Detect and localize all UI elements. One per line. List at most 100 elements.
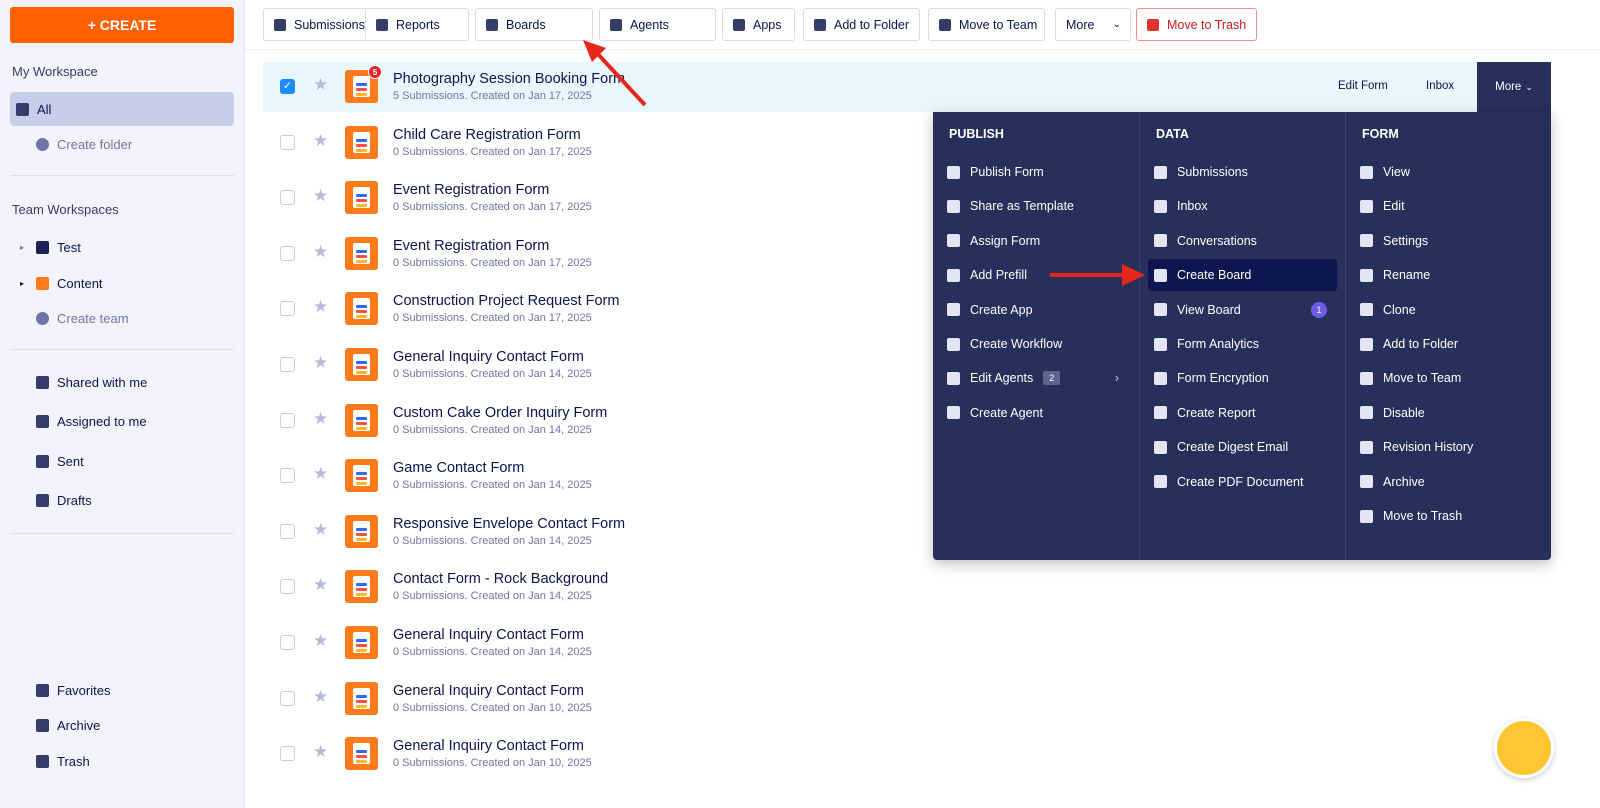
menu-item-move-to-trash[interactable]: Move to Trash — [1354, 500, 1543, 532]
star-icon[interactable]: ★ — [313, 75, 328, 95]
menu-item-create-report[interactable]: Create Report — [1148, 397, 1337, 429]
create-folder-button[interactable]: Create folder — [10, 127, 234, 161]
form-title[interactable]: General Inquiry Contact Form — [393, 627, 584, 643]
team-item-content[interactable]: ▸ Content — [10, 266, 234, 300]
menu-item-disable[interactable]: Disable — [1354, 397, 1543, 429]
star-icon[interactable]: ★ — [313, 186, 328, 206]
form-row[interactable]: ★ General Inquiry Contact Form 0 Submissio… — [263, 618, 1552, 668]
star-icon[interactable]: ★ — [313, 353, 328, 373]
row-checkbox[interactable] — [280, 579, 295, 595]
form-title[interactable]: Event Registration Form — [393, 238, 549, 254]
row-checkbox[interactable] — [280, 412, 295, 428]
sidebar-item-sent[interactable]: Sent — [10, 444, 234, 478]
menu-item-form-encryption[interactable]: Form Encryption — [1148, 362, 1337, 394]
row-checkbox[interactable] — [280, 523, 295, 539]
move-to-team-button[interactable]: Move to Team — [928, 8, 1045, 41]
form-title[interactable]: Event Registration Form — [393, 182, 549, 198]
menu-item-publish-form[interactable]: Publish Form — [941, 156, 1131, 188]
row-checkbox[interactable] — [280, 190, 295, 206]
menu-item-submissions[interactable]: Submissions — [1148, 156, 1337, 188]
star-icon[interactable]: ★ — [313, 409, 328, 429]
menu-item-edit[interactable]: Edit — [1354, 190, 1543, 222]
form-title[interactable]: Custom Cake Order Inquiry Form — [393, 405, 607, 421]
reports-button[interactable]: Reports — [365, 8, 469, 41]
menu-item-settings[interactable]: Settings — [1354, 225, 1543, 257]
row-checkbox[interactable] — [280, 301, 295, 317]
create-team-button[interactable]: Create team — [10, 301, 234, 335]
star-icon[interactable]: ★ — [313, 631, 328, 651]
form-title[interactable]: Photography Session Booking Form — [393, 71, 625, 87]
apps-button[interactable]: Apps — [722, 8, 795, 41]
star-icon[interactable]: ★ — [313, 575, 328, 595]
star-icon[interactable]: ★ — [313, 687, 328, 707]
star-icon[interactable]: ★ — [313, 242, 328, 262]
edit-form-button[interactable]: Edit Form — [1338, 80, 1388, 92]
team-item-test[interactable]: ▸ Test — [10, 230, 234, 264]
menu-item-view[interactable]: View — [1354, 156, 1543, 188]
form-title[interactable]: Game Contact Form — [393, 460, 524, 476]
menu-item-conversations[interactable]: Conversations — [1148, 225, 1337, 257]
sidebar-item-drafts[interactable]: Drafts — [10, 484, 234, 518]
sidebar-item-shared-with-me[interactable]: Shared with me — [10, 365, 234, 399]
menu-item-revision-history[interactable]: Revision History — [1354, 431, 1543, 463]
form-row[interactable]: ★ General Inquiry Contact Form 0 Submissio… — [263, 674, 1552, 724]
menu-item-archive[interactable]: Archive — [1354, 466, 1543, 498]
menu-item-clone[interactable]: Clone — [1354, 294, 1543, 326]
menu-item-assign-form[interactable]: Assign Form — [941, 225, 1131, 257]
form-meta: 5 Submissions. Created on Jan 17, 2025 — [393, 90, 592, 102]
menu-item-create-board[interactable]: Create Board — [1148, 259, 1337, 292]
add-to-folder-button[interactable]: Add to Folder — [803, 8, 920, 41]
star-icon[interactable]: ★ — [313, 742, 328, 762]
menu-item-create-workflow[interactable]: Create Workflow — [941, 328, 1131, 360]
sidebar-item-favorites[interactable]: Favorites — [10, 673, 234, 707]
form-row[interactable]: ★ General Inquiry Contact Form 0 Submissio… — [263, 729, 1552, 779]
boards-button[interactable]: Boards — [475, 8, 593, 41]
move-to-trash-button[interactable]: Move to Trash — [1136, 8, 1257, 41]
form-title[interactable]: Construction Project Request Form — [393, 293, 619, 309]
row-checkbox[interactable]: ✓ — [280, 79, 295, 94]
menu-item-create-pdf-document[interactable]: Create PDF Document — [1148, 466, 1337, 498]
sidebar-item-archive[interactable]: Archive — [10, 709, 234, 743]
star-icon[interactable]: ★ — [313, 464, 328, 484]
menu-item-share-as-template[interactable]: Share as Template — [941, 190, 1131, 222]
menu-item-add-to-folder[interactable]: Add to Folder — [1354, 328, 1543, 360]
form-title[interactable]: General Inquiry Contact Form — [393, 349, 584, 365]
form-row[interactable]: ✓ ★ 5 Photography Session Booking Form 5 Sub… — [263, 62, 1477, 112]
menu-item-create-app[interactable]: Create App — [941, 294, 1131, 326]
menu-item-inbox[interactable]: Inbox — [1148, 190, 1337, 222]
sidebar-item-all[interactable]: All — [10, 92, 234, 126]
form-title[interactable]: Responsive Envelope Contact Form — [393, 516, 625, 532]
form-title[interactable]: General Inquiry Contact Form — [393, 683, 584, 699]
menu-item-create-agent[interactable]: Create Agent — [941, 397, 1131, 429]
row-checkbox[interactable] — [280, 690, 295, 706]
form-row[interactable]: ★ Contact Form - Rock Background 0 Submiss… — [263, 562, 1552, 612]
menu-item-edit-agents[interactable]: Edit Agents 2 › — [941, 362, 1131, 394]
assistant-avatar[interactable] — [1494, 718, 1554, 778]
sidebar-item-assigned-to-me[interactable]: Assigned to me — [10, 405, 234, 439]
row-checkbox[interactable] — [280, 134, 295, 150]
sidebar-item-trash[interactable]: Trash — [10, 744, 234, 778]
row-checkbox[interactable] — [280, 468, 295, 484]
row-more-button[interactable]: More ⌄ — [1477, 62, 1551, 112]
menu-item-form-analytics[interactable]: Form Analytics — [1148, 328, 1337, 360]
row-checkbox[interactable] — [280, 746, 295, 762]
form-title[interactable]: Contact Form - Rock Background — [393, 571, 608, 587]
menu-item-create-digest-email[interactable]: Create Digest Email — [1148, 431, 1337, 463]
row-checkbox[interactable] — [280, 245, 295, 261]
submissions-button[interactable]: Submissions — [263, 8, 373, 41]
row-checkbox[interactable] — [280, 357, 295, 372]
menu-item-add-prefill[interactable]: Add Prefill — [941, 259, 1131, 291]
star-icon[interactable]: ★ — [313, 297, 328, 317]
form-title[interactable]: General Inquiry Contact Form — [393, 738, 584, 754]
row-checkbox[interactable] — [280, 635, 295, 650]
form-title[interactable]: Child Care Registration Form — [393, 127, 581, 143]
menu-item-rename[interactable]: Rename — [1354, 259, 1543, 291]
star-icon[interactable]: ★ — [313, 131, 328, 151]
more-button[interactable]: More ⌄ — [1055, 8, 1131, 41]
agents-button[interactable]: Agents — [599, 8, 716, 41]
create-button[interactable]: + CREATE — [10, 7, 234, 43]
menu-item-move-to-team[interactable]: Move to Team — [1354, 362, 1543, 394]
star-icon[interactable]: ★ — [313, 520, 328, 540]
menu-item-view-board[interactable]: View Board 1 — [1148, 294, 1337, 326]
inbox-button[interactable]: Inbox — [1426, 80, 1454, 92]
